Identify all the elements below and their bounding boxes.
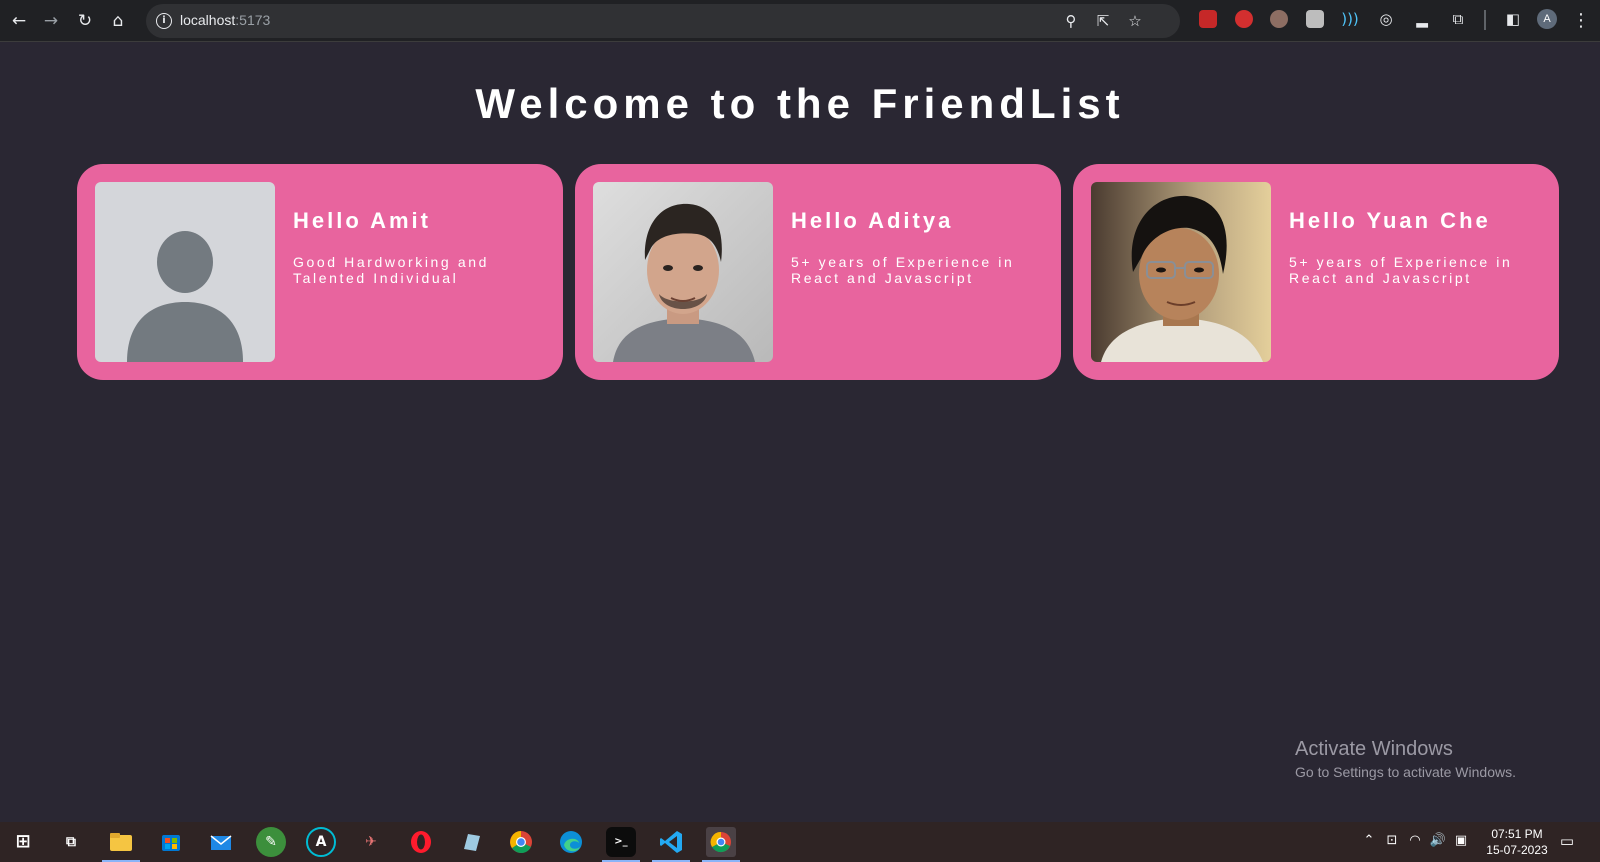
- forward-arrow-icon[interactable]: →: [37, 7, 65, 35]
- meet-icon[interactable]: ⊡: [1383, 832, 1401, 850]
- clock-time: 07:51 PM: [1491, 827, 1543, 841]
- extension-icon-7[interactable]: ▂: [1413, 10, 1431, 28]
- back-arrow-icon[interactable]: ←: [5, 7, 33, 35]
- windows-taskbar: ⊞ ⧉ ✎ A ✈ >_ ⌃ ⊡ ◠ 🔊 ▣ 07:51 PM 15-07-20…: [0, 822, 1600, 862]
- app-icon[interactable]: ✎: [256, 827, 286, 857]
- url-text[interactable]: localhost:5173: [180, 12, 270, 28]
- avatar-placeholder-image: [95, 182, 275, 362]
- info-icon[interactable]: i: [156, 13, 172, 29]
- star-icon[interactable]: ☆: [1124, 10, 1146, 32]
- profile-avatar[interactable]: A: [1537, 9, 1557, 29]
- friend-description: 5+ years of Experience in React and Java…: [1289, 254, 1513, 286]
- friend-name: Hello Amit: [293, 208, 431, 233]
- page-title: Welcome to the FriendList: [475, 80, 1125, 127]
- vscode-icon[interactable]: [656, 827, 686, 857]
- share-icon[interactable]: ⇱: [1092, 10, 1114, 32]
- friend-card: Hello Amit Good Hardworking and Talented…: [77, 164, 563, 380]
- zoom-icon[interactable]: ⚲: [1060, 10, 1082, 32]
- chrome-profile-icon[interactable]: [706, 827, 736, 857]
- microsoft-store-icon[interactable]: [156, 827, 186, 857]
- extension-icon-3[interactable]: [1270, 10, 1288, 28]
- edge-icon[interactable]: [556, 827, 586, 857]
- battery-icon[interactable]: ▣: [1452, 832, 1470, 850]
- clock-date: 15-07-2023: [1486, 843, 1548, 857]
- terminal-icon[interactable]: >_: [606, 827, 636, 857]
- extension-icon-2[interactable]: [1235, 10, 1253, 28]
- friend-name: Hello Yuan Che: [1289, 208, 1491, 233]
- address-bar[interactable]: i localhost:5173 ⚲ ⇱ ☆: [146, 4, 1180, 38]
- browser-toolbar: ← → ↻ ⌂ i localhost:5173 ⚲ ⇱ ☆ ))) ◎ ▂ ⧉…: [0, 0, 1600, 42]
- app-icon[interactable]: ✈: [356, 827, 386, 857]
- volume-icon[interactable]: 🔊: [1429, 832, 1447, 850]
- activate-windows-title: Activate Windows: [1295, 738, 1453, 760]
- system-clock[interactable]: 07:51 PM 15-07-2023: [1477, 826, 1557, 858]
- reload-icon[interactable]: ↻: [71, 7, 99, 35]
- extension-icon-6[interactable]: ◎: [1377, 10, 1395, 28]
- extension-icon-4[interactable]: [1306, 10, 1324, 28]
- friend-name: Hello Aditya: [791, 208, 954, 233]
- friend-list: Hello Amit Good Hardworking and Talented…: [77, 164, 1563, 380]
- side-panel-icon[interactable]: ◧: [1504, 10, 1522, 28]
- friend-photo: [593, 182, 773, 362]
- toolbar-divider: [1484, 10, 1486, 30]
- opera-icon[interactable]: [406, 827, 436, 857]
- task-view-icon[interactable]: ⧉: [56, 827, 86, 857]
- extension-icon-5[interactable]: ))): [1341, 10, 1359, 28]
- app-icon[interactable]: [456, 827, 486, 857]
- friend-photo: [1091, 182, 1271, 362]
- notification-icon[interactable]: ▭: [1558, 832, 1576, 850]
- wifi-icon[interactable]: ◠: [1406, 832, 1424, 850]
- chevron-up-icon[interactable]: ⌃: [1360, 832, 1378, 850]
- file-explorer-icon[interactable]: [106, 827, 136, 857]
- mail-icon[interactable]: [206, 827, 236, 857]
- home-icon[interactable]: ⌂: [104, 7, 132, 35]
- extensions-puzzle-icon[interactable]: ⧉: [1449, 10, 1467, 28]
- menu-dots-icon[interactable]: ⋮: [1572, 7, 1590, 35]
- friend-card: Hello Yuan Che 5+ years of Experience in…: [1073, 164, 1559, 380]
- extension-icon-1[interactable]: [1199, 10, 1217, 28]
- friend-description: 5+ years of Experience in React and Java…: [791, 254, 1015, 286]
- activate-windows-subtitle: Go to Settings to activate Windows.: [1295, 764, 1516, 780]
- friend-card: Hello Aditya 5+ years of Experience in R…: [575, 164, 1061, 380]
- windows-start-icon[interactable]: ⊞: [8, 827, 38, 857]
- chrome-icon[interactable]: [506, 827, 536, 857]
- arduino-icon[interactable]: A: [306, 827, 336, 857]
- friend-description: Good Hardworking and Talented Individual: [293, 254, 489, 286]
